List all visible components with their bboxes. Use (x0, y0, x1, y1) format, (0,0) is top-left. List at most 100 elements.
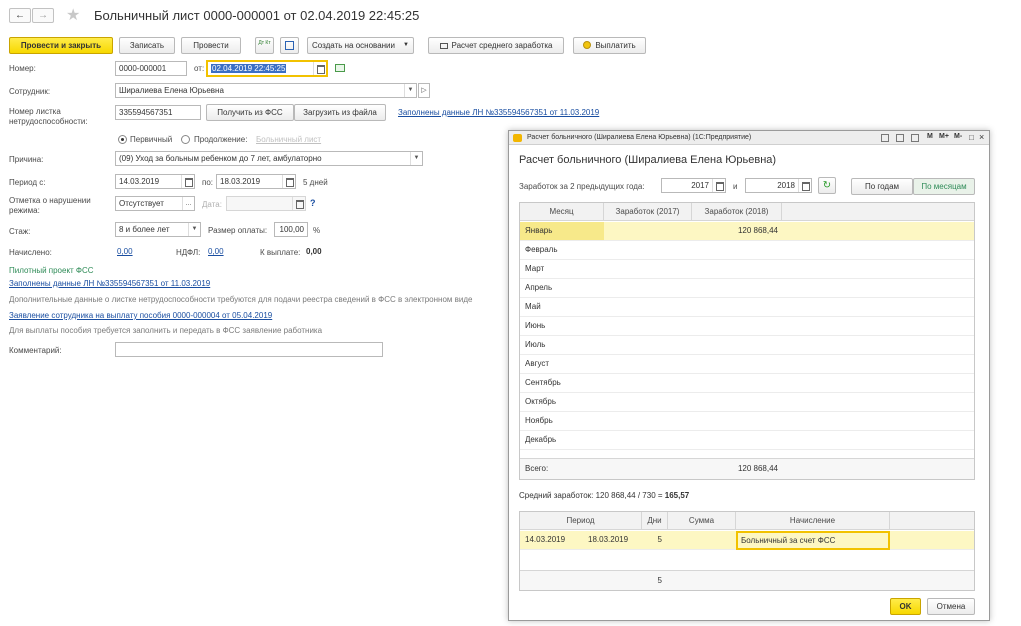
to-pay-value: 0,00 (306, 247, 322, 256)
month-row[interactable]: Ноябрь (520, 412, 974, 431)
back-button[interactable]: ← (9, 8, 31, 23)
month-row[interactable]: Декабрь (520, 431, 974, 450)
pay-button[interactable]: Выплатить (573, 37, 646, 54)
date-label: от: (194, 64, 205, 73)
period-from-field[interactable]: 14.03.2019 (115, 174, 195, 189)
restore-icon[interactable]: □ (969, 133, 974, 142)
cancel-button[interactable]: Отмена (927, 598, 975, 615)
filled-data-link[interactable]: Заполнены данные ЛН №335594567351 от 11.… (398, 108, 599, 117)
accrual-period-to: 18.03.2019 (588, 535, 629, 544)
primary-radio[interactable] (118, 135, 127, 144)
calendar-icon[interactable] (712, 179, 725, 192)
favorite-star-icon[interactable]: ★ (66, 5, 80, 25)
memory-button[interactable]: M (927, 133, 933, 140)
post-button[interactable]: Провести (181, 37, 241, 54)
sheet-number-field[interactable]: 335594567351 (115, 105, 201, 120)
close-icon[interactable]: × (979, 132, 984, 142)
chevron-down-icon[interactable]: ▼ (404, 84, 416, 97)
accrual-row[interactable]: 14.03.2019 18.03.2019 5 Больничный за сч… (520, 531, 974, 550)
number-field[interactable]: 0000-000001 (115, 61, 187, 76)
ndfl-value-link[interactable]: 0,00 (208, 247, 224, 256)
dtkt-button[interactable]: Дт Кт (255, 37, 274, 54)
calendar-icon[interactable] (911, 134, 919, 142)
help-icon[interactable]: ? (310, 198, 316, 208)
get-from-fss-button[interactable]: Получить из ФСС (206, 104, 294, 121)
refresh-icon: ↻ (822, 180, 832, 191)
calendar-icon[interactable] (292, 197, 305, 210)
earnings-2017-column-header: Заработок (2017) (604, 203, 692, 221)
by-months-button[interactable]: По месяцам (913, 178, 975, 195)
open-link-icon[interactable]: ▷ (418, 83, 430, 98)
calculator-icon[interactable] (896, 134, 904, 142)
month-name-cell: Декабрь (525, 435, 557, 444)
violation-field[interactable]: Отсутствует ... (115, 196, 195, 211)
employee-field[interactable]: Ширалиева Елена Юрьевна ▼ (115, 83, 417, 98)
chevron-down-icon: ▼ (403, 42, 409, 48)
accrual-type-cell[interactable]: Больничный за счет ФСС (736, 531, 890, 550)
dialog-titlebar: Расчет больничного (Ширалиева Елена Юрье… (509, 131, 989, 145)
write-button[interactable]: Записать (119, 37, 175, 54)
continuation-radio[interactable] (181, 135, 190, 144)
memory-plus-button[interactable]: M+ (939, 133, 949, 140)
period-days: 5 дней (303, 178, 328, 187)
document-green-icon[interactable] (335, 64, 345, 72)
date-field[interactable]: 02.04.2019 22:45:25 (206, 60, 328, 77)
experience-field[interactable]: 8 и более лет ▼ (115, 222, 201, 237)
more-icon[interactable]: ... (182, 197, 194, 210)
dtkt-icon: Дт Кт (258, 40, 271, 46)
comment-field[interactable] (115, 342, 383, 357)
chevron-down-icon[interactable]: ▼ (188, 223, 200, 236)
month-row[interactable]: Январь 120 868,44 (520, 222, 974, 241)
pilot-project-title: Пилотный проект ФСС (9, 266, 94, 275)
period-to-field[interactable]: 18.03.2019 (216, 174, 296, 189)
accrual-period-from: 14.03.2019 (525, 535, 566, 544)
year2-field[interactable]: 2018 (745, 178, 812, 193)
memory-minus-button[interactable]: M- (954, 133, 962, 140)
month-row[interactable]: Июнь (520, 317, 974, 336)
post-and-close-button[interactable]: Провести и закрыть (9, 37, 113, 54)
avg-earnings-button[interactable]: Расчет среднего заработка (428, 37, 564, 54)
month-name-cell: Ноябрь (525, 416, 553, 425)
month-row[interactable]: Октябрь (520, 393, 974, 412)
violation-date-field[interactable] (226, 196, 306, 211)
accrued-value-link[interactable]: 0,00 (117, 247, 133, 256)
dialog-heading: Расчет больничного (Ширалиева Елена Юрье… (519, 154, 777, 166)
year1-field[interactable]: 2017 (661, 178, 726, 193)
pilot-filled-link[interactable]: Заполнены данные ЛН №335594567351 от 11.… (9, 279, 210, 288)
payment-size-field[interactable]: 100,00 (274, 222, 308, 237)
percent-sign: % (313, 226, 321, 235)
by-years-button[interactable]: По годам (851, 178, 913, 195)
structure-button[interactable] (280, 37, 299, 54)
create-based-dropdown[interactable]: Создать на основании ▼ (307, 37, 414, 54)
calendar-icon[interactable] (181, 175, 194, 188)
chevron-down-icon[interactable]: ▼ (410, 152, 422, 165)
month-row[interactable]: Июль (520, 336, 974, 355)
earnings-2018-cell: 120 868,44 (737, 226, 778, 235)
accrual-total-row: 5 (520, 570, 974, 590)
reason-field[interactable]: (09) Уход за больным ребенком до 7 лет, … (115, 151, 423, 166)
application-link[interactable]: Заявление сотрудника на выплату пособия … (9, 311, 272, 320)
month-row[interactable]: Февраль (520, 241, 974, 260)
month-row[interactable]: Апрель (520, 279, 974, 298)
calendar-icon[interactable] (313, 62, 326, 75)
month-name-cell: Октябрь (525, 397, 557, 406)
month-name-cell: Август (525, 359, 550, 368)
month-row[interactable]: Сентябрь (520, 374, 974, 393)
calendar-icon[interactable] (798, 179, 811, 192)
copy-icon[interactable] (881, 134, 889, 142)
month-row[interactable]: Август (520, 355, 974, 374)
ok-button[interactable]: OK (890, 598, 921, 615)
total-label: Всего: (525, 464, 549, 473)
month-row[interactable]: Март (520, 260, 974, 279)
days-column-header: Дни (642, 512, 668, 530)
and-label: и (733, 182, 738, 191)
refresh-button[interactable]: ↻ (818, 177, 836, 194)
calendar-icon[interactable] (282, 175, 295, 188)
pilot-note: Дополнительные данные о листке нетрудосп… (9, 295, 473, 304)
month-name-cell: Январь (520, 222, 604, 240)
load-from-file-button[interactable]: Загрузить из файла (294, 104, 386, 121)
forward-button[interactable]: → (32, 8, 54, 23)
filler-column-header (782, 203, 974, 221)
period-from-label: Период с: (9, 178, 46, 187)
month-row[interactable]: Май (520, 298, 974, 317)
